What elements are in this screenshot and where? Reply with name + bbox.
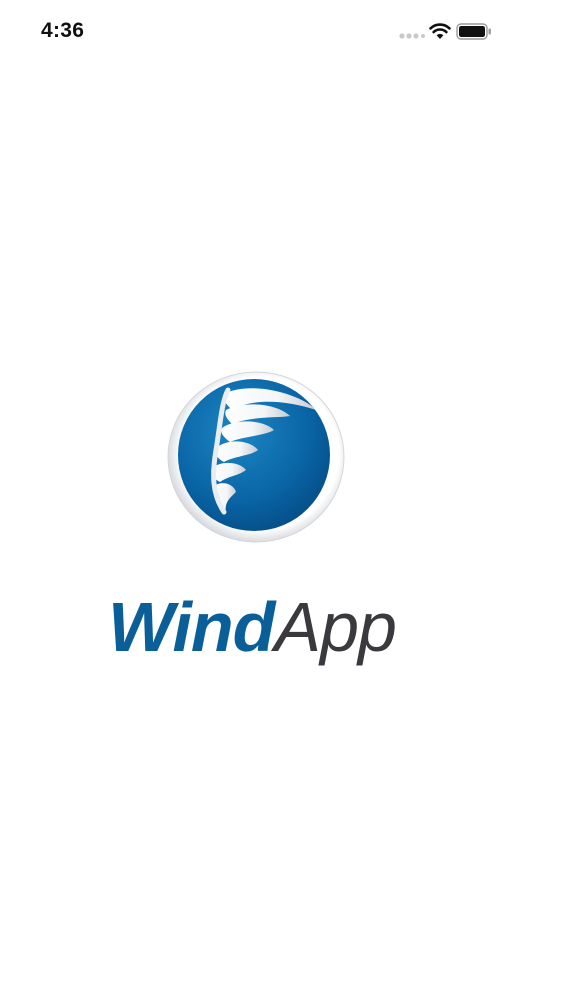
tornado-logo-icon xyxy=(167,371,345,543)
app-wordmark: WindApp xyxy=(108,592,408,676)
app-logo xyxy=(166,370,346,544)
wordmark-app: App xyxy=(274,588,397,666)
status-bar: 4:36 xyxy=(0,0,563,62)
cellular-signal-icon xyxy=(399,33,425,39)
battery-icon xyxy=(456,23,491,40)
status-time: 4:36 xyxy=(41,19,85,42)
wifi-icon xyxy=(429,23,451,39)
wordmark-wind: Wind xyxy=(108,588,275,666)
